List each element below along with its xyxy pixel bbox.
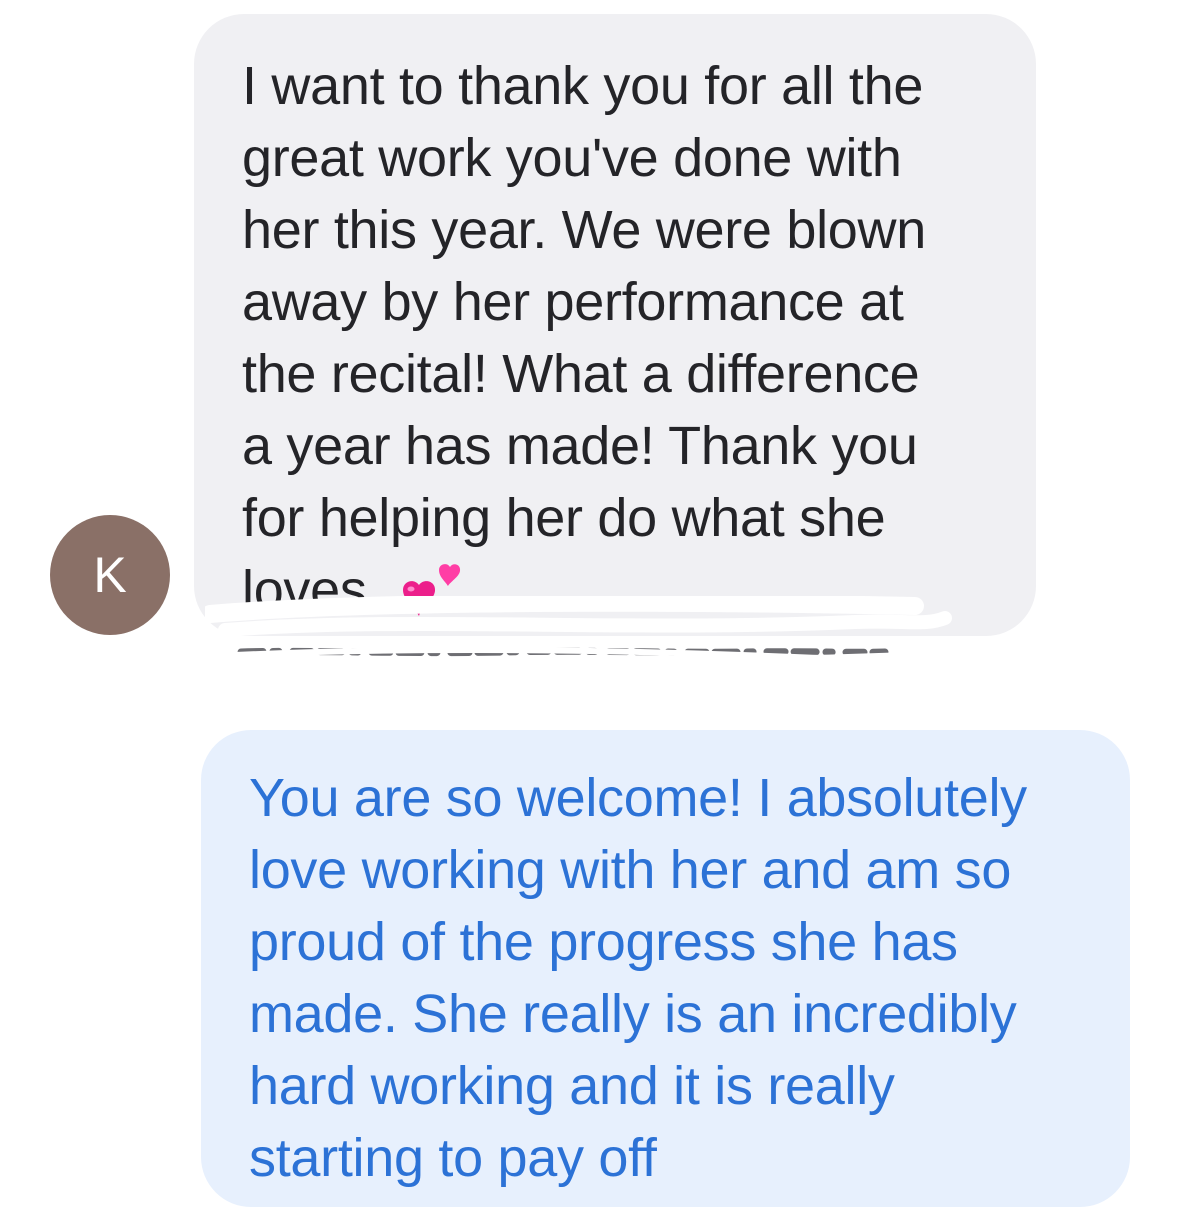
sent-message-text: You are so welcome! I absolutely love wo…	[249, 768, 1027, 1188]
contact-avatar[interactable]: K	[50, 515, 170, 635]
received-message-text: I want to thank you for all the great wo…	[242, 56, 926, 620]
received-message-bubble[interactable]: I want to thank you for all the great wo…	[194, 14, 1036, 636]
avatar-initial: K	[93, 547, 127, 603]
redacted-timestamp	[205, 596, 952, 686]
sent-message-bubble[interactable]: You are so welcome! I absolutely love wo…	[201, 730, 1130, 1207]
